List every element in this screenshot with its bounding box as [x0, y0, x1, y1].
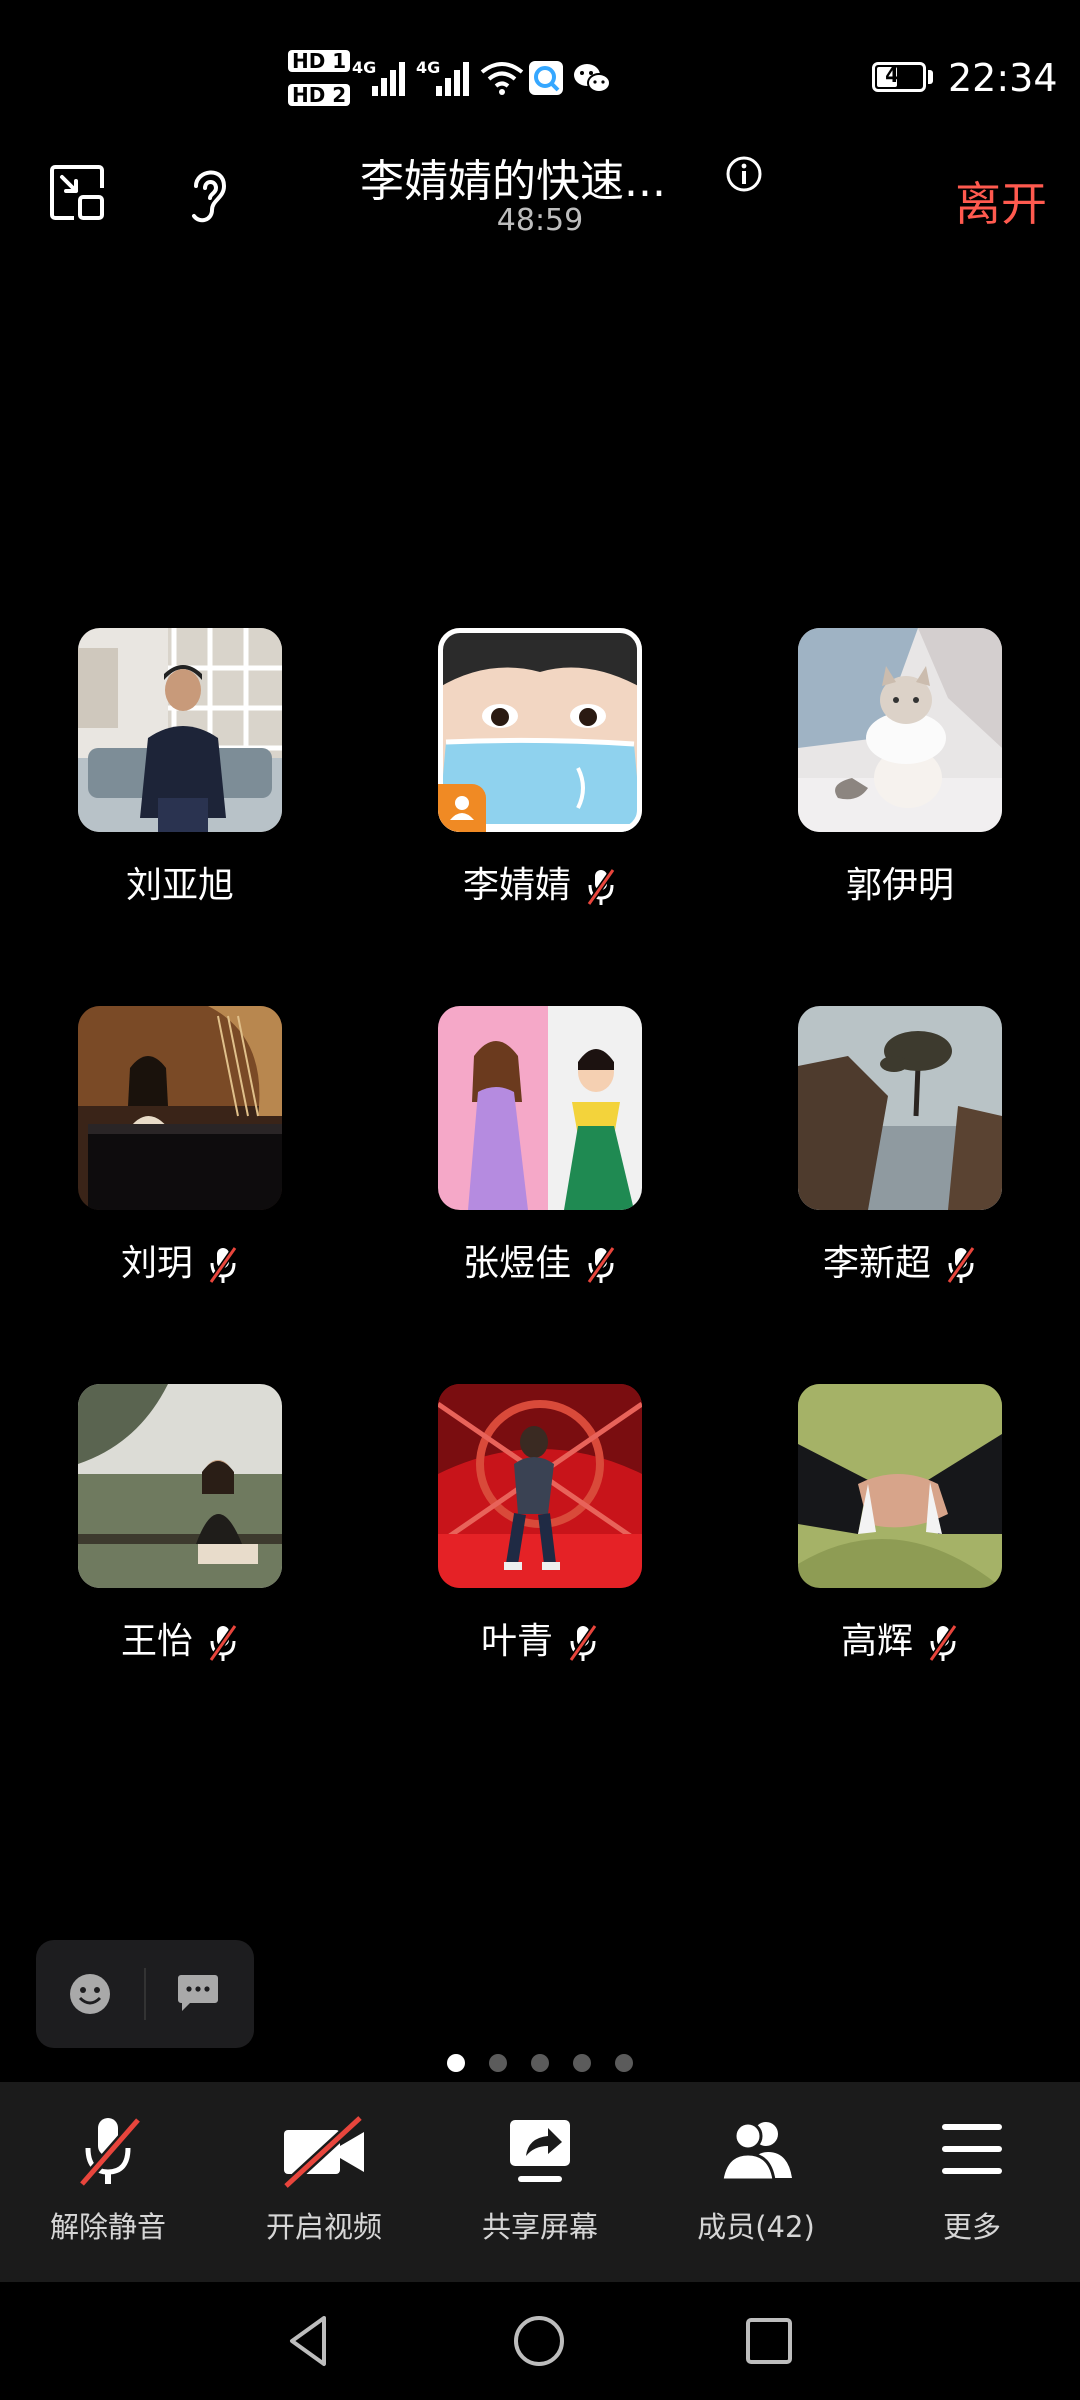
mic-muted-icon [208, 1624, 238, 1662]
avatar [438, 1006, 642, 1210]
participant-name-row: 刘亚旭 [0, 856, 360, 908]
participant-name: 叶青 [480, 1621, 553, 1662]
page-dot-2[interactable] [489, 2054, 507, 2072]
leave-button[interactable]: 离开 [955, 168, 1047, 234]
participant-name-row: 叶青 [360, 1612, 720, 1664]
mic-muted-icon [208, 1246, 238, 1284]
participant-name: 李新超 [822, 1243, 931, 1284]
chat-icon[interactable] [176, 1974, 220, 2014]
meeting-timer: 48:59 [496, 203, 584, 238]
avatar [438, 1384, 642, 1588]
participant-tile[interactable]: 张煜佳 [360, 1006, 720, 1306]
participant-name: 刘玥 [120, 1243, 193, 1284]
members-icon [720, 2121, 792, 2182]
avatar [798, 1006, 1002, 1210]
minimize-window-icon[interactable] [48, 164, 106, 222]
home-icon[interactable] [512, 2314, 566, 2368]
mic-muted-icon [586, 868, 616, 906]
participant-name: 郭伊明 [845, 865, 954, 906]
page-dot-1[interactable] [447, 2054, 465, 2072]
signal-icon-2 [436, 62, 472, 96]
battery-tip [928, 70, 933, 84]
bottom-toolbar: 解除静音 开启视频 共享屏幕 成员(42) 更多 [0, 2082, 1080, 2282]
avatar [438, 628, 642, 832]
wechat-icon [574, 64, 611, 93]
mic-muted-icon [586, 1246, 616, 1284]
mic-muted-icon [946, 1246, 976, 1284]
info-icon[interactable] [725, 155, 763, 193]
members-button[interactable]: 成员(42) [648, 2082, 864, 2282]
camera-off-icon [282, 2114, 364, 2190]
participant-name-row: 郭伊明 [720, 856, 1080, 908]
system-nav-bar [0, 2282, 1080, 2400]
avatar [798, 1384, 1002, 1588]
page-dot-5[interactable] [615, 2054, 633, 2072]
unmute-button[interactable]: 解除静音 [0, 2082, 216, 2282]
participant-tile[interactable]: 叶青 [360, 1384, 720, 1684]
divider [144, 1968, 146, 2020]
meeting-title[interactable]: 李婧婧的快速... [360, 145, 720, 209]
more-label: 更多 [942, 2210, 1001, 2244]
participant-name-row: 高辉 [720, 1612, 1080, 1664]
participant-tile[interactable]: 刘亚旭 [0, 628, 360, 928]
page-dot-4[interactable] [573, 2054, 591, 2072]
more-button[interactable]: 更多 [864, 2082, 1080, 2282]
recents-icon[interactable] [744, 2316, 794, 2366]
app-notification-icon [529, 61, 563, 95]
battery-icon: 41 [872, 62, 926, 92]
participant-name-row: 李婧婧 [360, 856, 720, 908]
participant-tile[interactable]: 王怡 [0, 1384, 360, 1684]
participant-name: 王怡 [120, 1621, 193, 1662]
participant-tile[interactable]: 高辉 [720, 1384, 1080, 1684]
participant-name: 高辉 [840, 1621, 913, 1662]
avatar [78, 628, 282, 832]
status-bar: HD 1 HD 2 4G 4G 41 22:34 [0, 0, 1080, 150]
participant-name-row: 王怡 [0, 1612, 360, 1664]
mic-muted-icon [78, 2116, 142, 2188]
menu-icon [942, 2124, 1002, 2174]
participant-tile[interactable]: 李新超 [720, 1006, 1080, 1306]
emoji-icon[interactable] [68, 1972, 112, 2016]
host-badge [438, 784, 486, 832]
members-label: 成员(42) [697, 2210, 815, 2244]
back-icon[interactable] [284, 2314, 334, 2368]
share-screen-label: 共享屏幕 [481, 2210, 598, 2244]
start-video-label: 开启视频 [265, 2210, 382, 2244]
participant-name-row: 张煜佳 [360, 1234, 720, 1286]
signal-icon [372, 62, 408, 96]
host-icon [450, 796, 474, 820]
participant-tile[interactable]: 刘玥 [0, 1006, 360, 1306]
hd1-badge: HD 1 [288, 50, 351, 72]
clock: 22:34 [948, 56, 1058, 100]
avatar [798, 628, 1002, 832]
avatar [78, 1006, 282, 1210]
battery-level: 41 [885, 63, 913, 87]
reaction-chat-box [36, 1940, 254, 2048]
share-screen-icon [510, 2120, 570, 2182]
share-screen-button[interactable]: 共享屏幕 [432, 2082, 648, 2282]
page-dot-3[interactable] [531, 2054, 549, 2072]
participant-name-row: 李新超 [720, 1234, 1080, 1286]
participant-name: 李婧婧 [462, 865, 571, 906]
wifi-icon [480, 62, 524, 95]
mic-muted-icon [928, 1624, 958, 1662]
unmute-label: 解除静音 [49, 2210, 166, 2244]
participant-tile[interactable]: 郭伊明 [720, 628, 1080, 928]
earpiece-icon[interactable] [180, 162, 234, 226]
mic-muted-icon [568, 1624, 598, 1662]
avatar [78, 1384, 282, 1588]
hd2-badge: HD 2 [288, 84, 351, 106]
participant-name-row: 刘玥 [0, 1234, 360, 1286]
participant-tile[interactable]: 李婧婧 [360, 628, 720, 928]
start-video-button[interactable]: 开启视频 [216, 2082, 432, 2282]
participant-name: 刘亚旭 [125, 865, 234, 906]
participant-name: 张煜佳 [462, 1243, 571, 1284]
